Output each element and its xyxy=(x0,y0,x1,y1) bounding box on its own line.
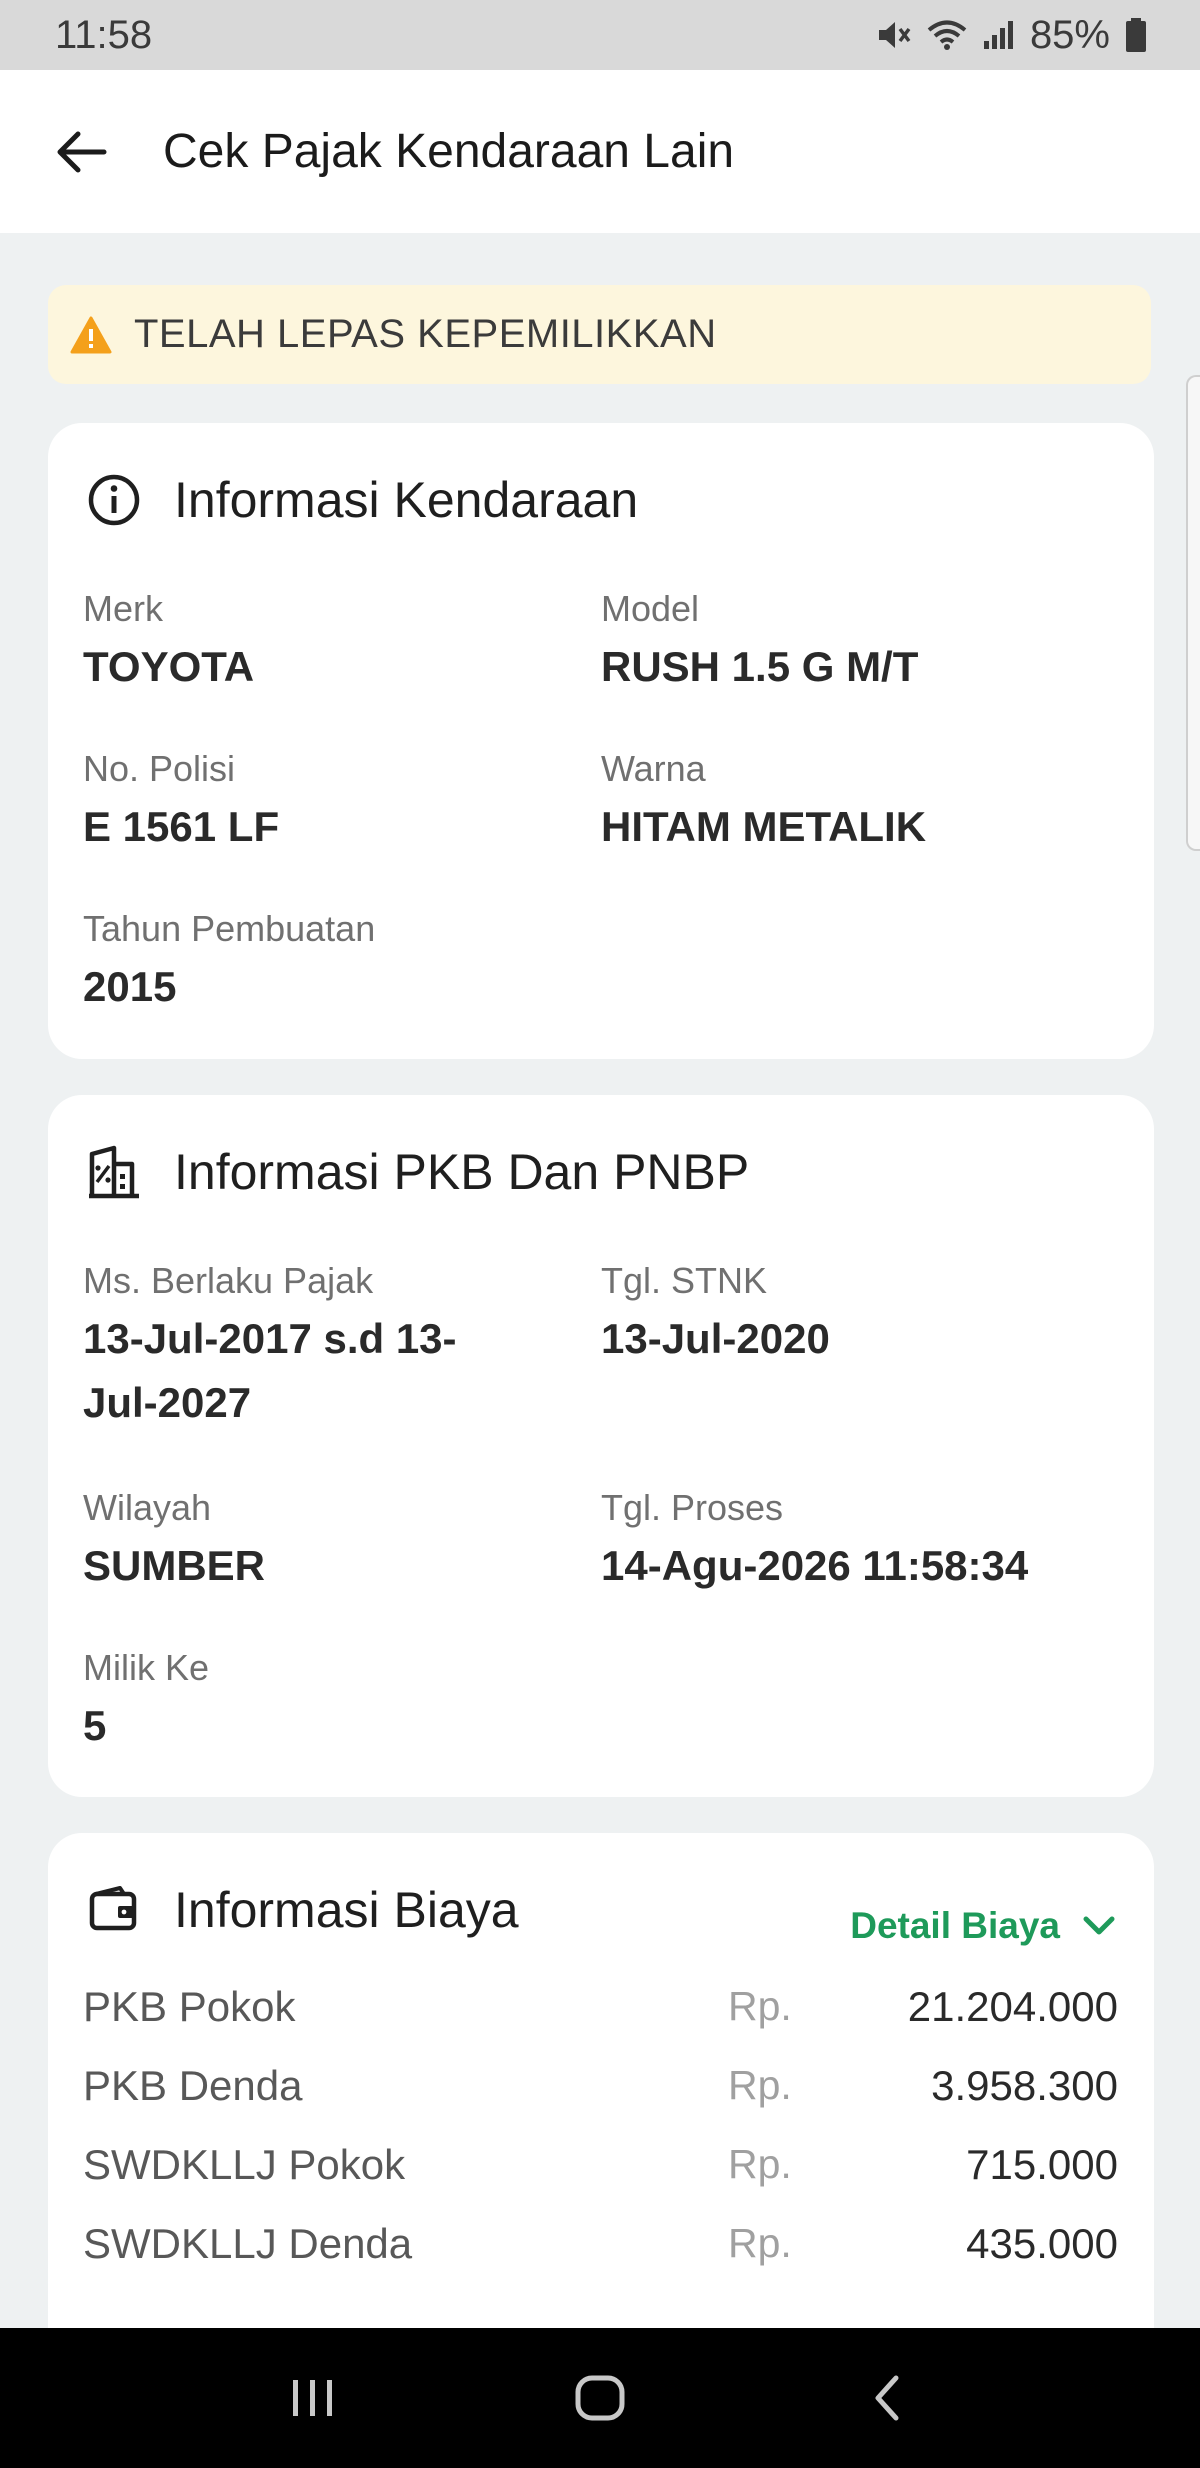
info-icon xyxy=(88,474,140,526)
cost-info-card: Informasi Biaya Detail Biaya PKB Pokok R… xyxy=(48,1833,1154,2328)
cost-row-currency: Rp. xyxy=(728,1983,792,2029)
building-percent-icon xyxy=(89,1145,139,1199)
warna-value: HITAM METALIK xyxy=(601,803,927,850)
cost-row-currency: Rp. xyxy=(728,2220,792,2266)
wallet-icon xyxy=(89,1886,137,1931)
merk-label: Merk xyxy=(83,588,163,629)
status-time: 11:58 xyxy=(55,12,153,57)
vehicle-info-card: Informasi Kendaraan Merk TOYOTA Model RU… xyxy=(48,423,1154,1059)
cost-row-label: SWDKLLJ Denda xyxy=(83,2220,413,2267)
pkb-info-header: Informasi PKB Dan PNBP xyxy=(84,1143,749,1201)
cost-row-label: PKB Pokok xyxy=(83,1983,296,2030)
app-bar: Cek Pajak Kendaraan Lain xyxy=(0,70,1200,233)
cost-row-label: PKB Denda xyxy=(83,2062,303,2109)
home-icon xyxy=(575,2375,625,2421)
stnk-label: Tgl. STNK xyxy=(601,1260,768,1301)
vehicle-info-header: Informasi Kendaraan xyxy=(84,471,638,529)
mute-icon xyxy=(876,18,912,52)
detail-biaya-toggle[interactable]: Detail Biaya xyxy=(850,1905,1116,1947)
polisi-value: E 1561 LF xyxy=(83,803,280,850)
alert-text: TELAH LEPAS KEPEMILIKKAN xyxy=(134,312,717,356)
berlaku-value-line1: 13-Jul-2017 s.d 13- xyxy=(83,1315,457,1362)
tahun-label: Tahun Pembuatan xyxy=(83,908,376,949)
cost-info-title: Informasi Biaya xyxy=(174,1882,519,1938)
cost-row: PKB Pokok Rp. 21.204.000 xyxy=(48,1983,1154,2043)
warning-icon xyxy=(70,316,112,353)
warna-label: Warna xyxy=(601,748,706,789)
chevron-down-icon xyxy=(1083,1916,1115,1935)
polisi-label: No. Polisi xyxy=(83,748,236,789)
cost-row: SWDKLLJ Denda Rp. 435.000 xyxy=(48,2220,1154,2280)
signal-icon xyxy=(982,19,1016,51)
berlaku-value-line2: Jul-2027 xyxy=(83,1379,252,1426)
battery-percent: 85% xyxy=(1029,12,1110,57)
back-nav-icon xyxy=(875,2375,899,2421)
wilayah-label: Wilayah xyxy=(83,1487,212,1528)
cost-row-currency: Rp. xyxy=(728,2062,792,2108)
home-button[interactable] xyxy=(560,2358,640,2438)
system-nav-bar xyxy=(0,2328,1200,2468)
cost-row-amount: 21.204.000 xyxy=(907,1983,1118,2030)
model-value: RUSH 1.5 G M/T xyxy=(601,643,919,690)
detail-biaya-label: Detail Biaya xyxy=(850,1905,1060,1946)
recent-apps-button[interactable] xyxy=(273,2358,353,2438)
back-button[interactable] xyxy=(46,117,116,187)
status-icons: 85% xyxy=(876,13,1148,58)
battery-icon xyxy=(1124,17,1148,53)
content-area[interactable]: TELAH LEPAS KEPEMILIKKAN Informasi Kenda… xyxy=(0,233,1200,2328)
cost-row-label: SWDKLLJ Pokok xyxy=(83,2141,406,2188)
ownership-alert: TELAH LEPAS KEPEMILIKKAN xyxy=(48,285,1151,384)
cost-row-currency: Rp. xyxy=(728,2141,792,2187)
model-label: Model xyxy=(601,588,700,629)
recent-apps-icon xyxy=(293,2380,333,2416)
back-nav-button[interactable] xyxy=(847,2358,927,2438)
cost-row-amount: 435.000 xyxy=(966,2220,1118,2267)
cost-row-amount: 715.000 xyxy=(966,2141,1118,2188)
cost-row: SWDKLLJ Pokok Rp. 715.000 xyxy=(48,2141,1154,2201)
milik-value: 5 xyxy=(83,1702,107,1749)
stnk-value: 13-Jul-2020 xyxy=(601,1315,830,1362)
status-bar: 11:58 85% xyxy=(0,0,1200,70)
proses-label: Tgl. Proses xyxy=(601,1487,784,1528)
cost-info-header: Informasi Biaya xyxy=(84,1881,519,1939)
arrow-left-icon xyxy=(57,131,107,172)
vehicle-info-title: Informasi Kendaraan xyxy=(174,472,639,528)
proses-value: 14-Agu-2026 11:58:34 xyxy=(601,1542,1029,1589)
berlaku-label: Ms. Berlaku Pajak xyxy=(83,1260,374,1301)
wifi-icon xyxy=(926,18,968,52)
pkb-info-title: Informasi PKB Dan PNBP xyxy=(174,1144,750,1200)
tahun-value: 2015 xyxy=(83,963,177,1010)
wilayah-value: SUMBER xyxy=(83,1542,266,1589)
pkb-info-card: Informasi PKB Dan PNBP Ms. Berlaku Pajak… xyxy=(48,1095,1154,1797)
milik-label: Milik Ke xyxy=(83,1647,210,1688)
merk-value: TOYOTA xyxy=(83,643,255,690)
cost-row: PKB Denda Rp. 3.958.300 xyxy=(48,2062,1154,2122)
scroll-handle[interactable] xyxy=(1186,375,1200,851)
page-title: Cek Pajak Kendaraan Lain xyxy=(163,125,735,178)
cost-row-amount: 3.958.300 xyxy=(931,2062,1118,2109)
